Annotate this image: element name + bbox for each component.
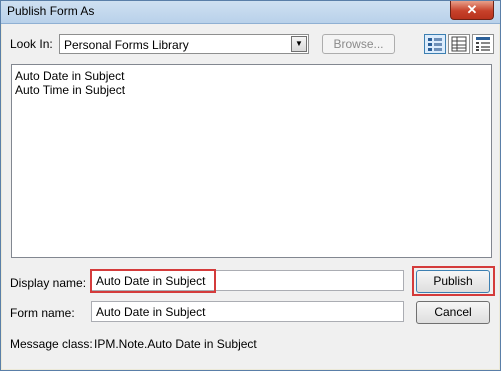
message-class-label: Message class: [10,337,93,351]
list-item[interactable]: Auto Time in Subject [15,83,125,97]
browse-button-label: Browse... [333,37,384,51]
dialog-content: Look In: Personal Forms Library ▼ Browse… [2,24,499,369]
form-name-label: Form name: [10,306,75,320]
look-in-label: Look In: [10,37,53,51]
publish-form-dialog: Publish Form As ✕ Look In: Personal Form… [0,0,501,371]
list-view-button[interactable] [472,34,494,54]
details-view-button[interactable] [448,34,470,54]
window-title: Publish Form As [7,4,95,18]
display-name-label: Display name: [10,276,87,290]
publish-highlight [412,266,495,296]
large-icons-view-button[interactable] [424,34,446,54]
list-item[interactable]: Auto Date in Subject [15,69,124,83]
details-view-icon [451,36,467,52]
message-class-value: IPM.Note.Auto Date in Subject [94,337,257,351]
title-bar: Publish Form As ✕ [1,1,500,24]
forms-listbox[interactable]: Auto Date in Subject Auto Time in Subjec… [11,64,492,258]
cancel-button[interactable]: Cancel [416,301,490,324]
large-icons-view-icon [428,38,442,51]
list-view-icon [476,37,490,51]
close-button[interactable]: ✕ [450,1,494,20]
cancel-button-label: Cancel [434,305,472,319]
display-name-highlight [90,269,216,293]
close-icon: ✕ [466,2,478,17]
look-in-dropdown[interactable]: Personal Forms Library ▼ [59,34,309,54]
look-in-value: Personal Forms Library [64,38,189,52]
form-name-value: Auto Date in Subject [96,305,206,319]
form-name-field[interactable]: Auto Date in Subject [91,301,404,322]
chevron-down-icon[interactable]: ▼ [291,36,307,52]
browse-button[interactable]: Browse... [322,34,395,54]
